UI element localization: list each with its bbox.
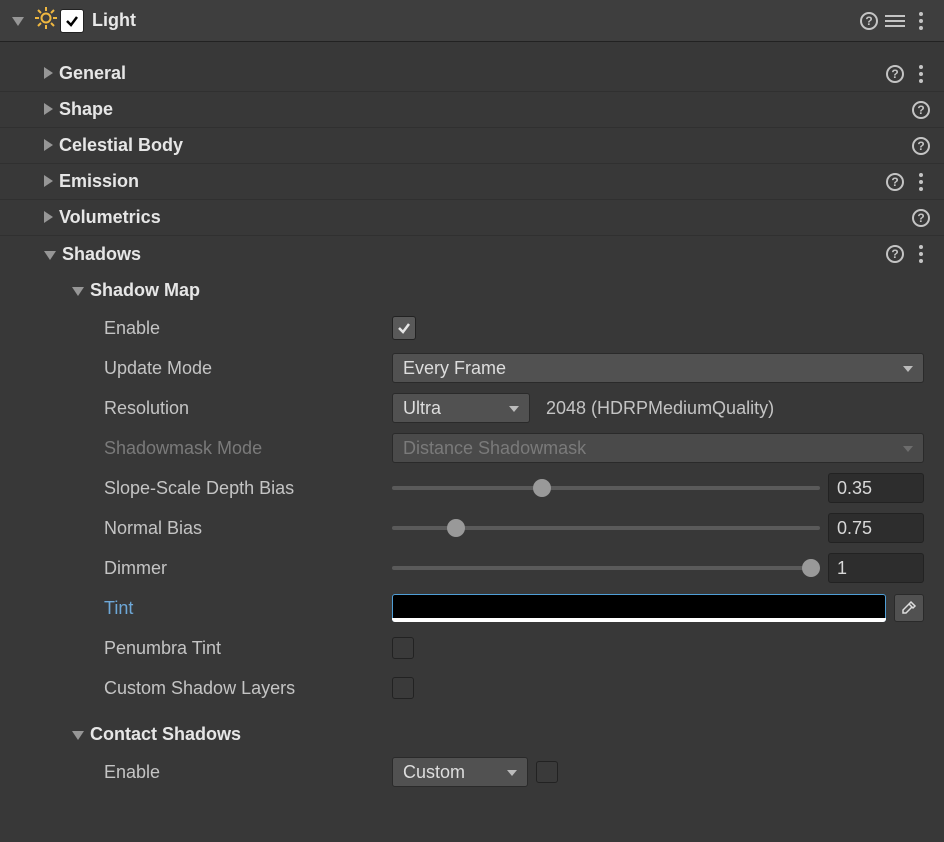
help-icon[interactable]: ?	[882, 169, 908, 195]
enable-checkbox[interactable]	[392, 316, 416, 340]
slider-thumb[interactable]	[533, 479, 551, 497]
prop-update-mode: Update Mode Every Frame	[0, 348, 944, 388]
section-general[interactable]: General ?	[0, 56, 944, 92]
subheader-shadow-map[interactable]: Shadow Map	[0, 272, 944, 308]
chevron-down-icon	[44, 244, 62, 265]
prop-normal-bias: Normal Bias	[0, 508, 944, 548]
prop-shadowmap-enable: Enable	[0, 308, 944, 348]
component-enable-checkbox[interactable]	[60, 9, 84, 33]
chevron-right-icon	[44, 63, 59, 84]
section-label: Celestial Body	[59, 135, 183, 156]
dimmer-input[interactable]	[828, 553, 924, 583]
resolution-dropdown[interactable]: Ultra	[392, 393, 530, 423]
help-icon[interactable]: ?	[882, 241, 908, 267]
prop-dimmer: Dimmer	[0, 548, 944, 588]
section-shadows[interactable]: Shadows ?	[0, 236, 944, 272]
contact-shadows-dropdown[interactable]: Custom	[392, 757, 528, 787]
context-menu-icon[interactable]	[908, 8, 934, 34]
prop-label: Update Mode	[104, 358, 392, 379]
section-label: Volumetrics	[59, 207, 161, 228]
update-mode-dropdown[interactable]: Every Frame	[392, 353, 924, 383]
custom-shadow-layers-checkbox[interactable]	[392, 677, 414, 699]
component-foldout[interactable]	[12, 10, 30, 31]
help-icon[interactable]: ?	[908, 97, 934, 123]
alpha-strip	[392, 618, 886, 622]
subheader-contact-shadows[interactable]: Contact Shadows	[0, 716, 944, 752]
light-icon	[34, 6, 58, 35]
section-label: Emission	[59, 171, 139, 192]
shadowmask-mode-dropdown: Distance Shadowmask	[392, 433, 924, 463]
subheader-label: Contact Shadows	[90, 724, 241, 745]
help-icon[interactable]: ?	[856, 8, 882, 34]
prop-resolution: Resolution Ultra 2048 (HDRPMediumQuality…	[0, 388, 944, 428]
eyedropper-icon[interactable]	[894, 594, 924, 622]
tint-color-field[interactable]	[392, 594, 886, 622]
dropdown-value: Distance Shadowmask	[403, 438, 586, 459]
section-label: General	[59, 63, 126, 84]
help-icon[interactable]: ?	[908, 133, 934, 159]
context-menu-icon[interactable]	[908, 241, 934, 267]
dimmer-slider[interactable]	[392, 566, 820, 570]
prop-label: Slope-Scale Depth Bias	[104, 478, 392, 499]
resolution-detail: 2048 (HDRPMediumQuality)	[546, 398, 774, 419]
prop-label: Enable	[104, 762, 392, 783]
context-menu-icon[interactable]	[908, 61, 934, 87]
prop-label: Tint	[104, 598, 392, 619]
prop-shadowmask-mode: Shadowmask Mode Distance Shadowmask	[0, 428, 944, 468]
help-icon[interactable]: ?	[908, 205, 934, 231]
prop-label: Penumbra Tint	[104, 638, 392, 659]
section-emission[interactable]: Emission ?	[0, 164, 944, 200]
slope-bias-input[interactable]	[828, 473, 924, 503]
section-celestial-body[interactable]: Celestial Body ?	[0, 128, 944, 164]
chevron-right-icon	[44, 207, 59, 228]
context-menu-icon[interactable]	[908, 169, 934, 195]
prop-slope-scale-depth-bias: Slope-Scale Depth Bias	[0, 468, 944, 508]
prop-label: Normal Bias	[104, 518, 392, 539]
component-header: Light ?	[0, 0, 944, 42]
slider-thumb[interactable]	[802, 559, 820, 577]
prop-tint: Tint	[0, 588, 944, 628]
penumbra-tint-checkbox[interactable]	[392, 637, 414, 659]
dropdown-value: Custom	[403, 762, 465, 783]
chevron-right-icon	[44, 99, 59, 120]
prop-label: Resolution	[104, 398, 392, 419]
prop-label: Custom Shadow Layers	[104, 678, 392, 699]
chevron-down-icon	[72, 724, 90, 745]
chevron-right-icon	[44, 135, 59, 156]
normal-bias-slider[interactable]	[392, 526, 820, 530]
prop-penumbra-tint: Penumbra Tint	[0, 628, 944, 668]
normal-bias-input[interactable]	[828, 513, 924, 543]
dropdown-value: Ultra	[403, 398, 441, 419]
chevron-down-icon	[72, 280, 90, 301]
slope-bias-slider[interactable]	[392, 486, 820, 490]
prop-label: Shadowmask Mode	[104, 438, 392, 459]
prop-label: Enable	[104, 318, 392, 339]
prop-label: Dimmer	[104, 558, 392, 579]
help-icon[interactable]: ?	[882, 61, 908, 87]
component-title: Light	[92, 10, 136, 31]
section-shape[interactable]: Shape ?	[0, 92, 944, 128]
contact-shadows-checkbox[interactable]	[536, 761, 558, 783]
section-label: Shape	[59, 99, 113, 120]
presets-icon[interactable]	[882, 8, 908, 34]
dropdown-value: Every Frame	[403, 358, 506, 379]
section-volumetrics[interactable]: Volumetrics ?	[0, 200, 944, 236]
subheader-label: Shadow Map	[90, 280, 200, 301]
prop-custom-shadow-layers: Custom Shadow Layers	[0, 668, 944, 708]
prop-contact-shadows-enable: Enable Custom	[0, 752, 944, 792]
section-label: Shadows	[62, 244, 141, 265]
chevron-right-icon	[44, 171, 59, 192]
slider-thumb[interactable]	[447, 519, 465, 537]
